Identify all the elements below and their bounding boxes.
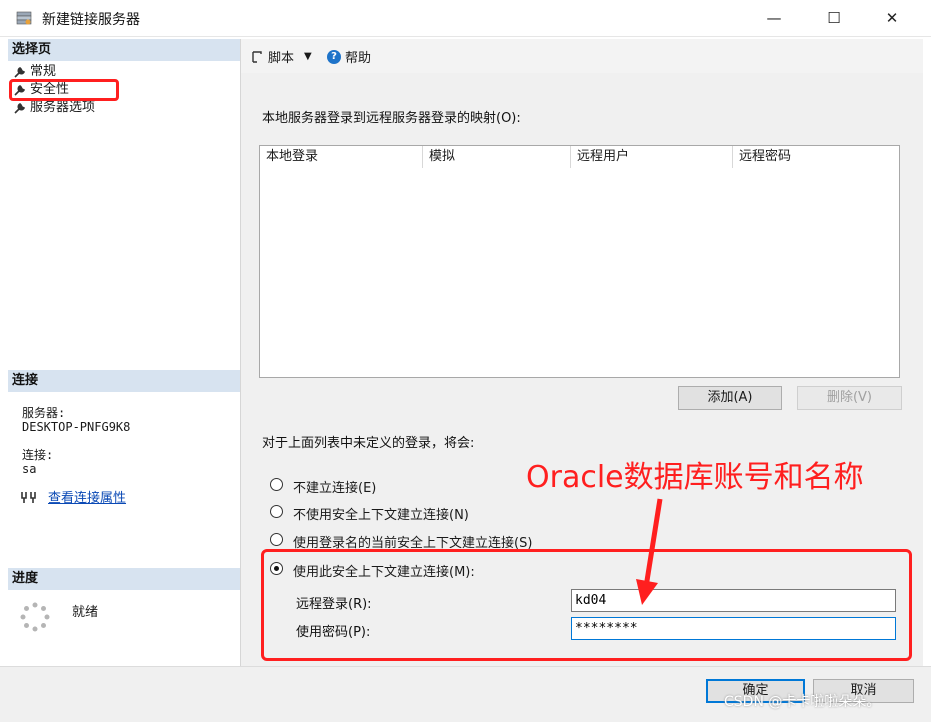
mapping-label: 本地服务器登录到远程服务器登录的映射(O): [262,111,521,126]
add-button[interactable]: 添加(A) [678,386,782,410]
script-label: 脚本 [268,51,295,66]
column-header[interactable]: 本地登录 [260,146,423,168]
wrench-icon [14,103,26,114]
script-icon [252,50,262,63]
help-icon: ? [327,49,341,64]
script-button[interactable]: 脚本 ▼ [250,47,312,66]
connection-icon [21,491,36,503]
chevron-down-icon: ▼ [304,51,312,62]
column-header[interactable]: 远程用户 [571,146,733,168]
progress-spinner-icon [20,602,50,632]
watermark: CSDN @卡卡啦啦朵朵。 [724,694,881,710]
title-bar: 新建链接服务器 — ☐ ✕ [0,0,931,37]
remove-button[interactable]: 删除(V) [797,386,902,410]
close-button[interactable]: ✕ [869,0,915,36]
annotation-highlight-box [261,549,912,661]
column-header[interactable]: 模拟 [423,146,571,168]
server-label: 服务器: [22,406,66,420]
radio-label: 不使用安全上下文建立连接(N) [293,508,469,523]
undefined-logins-label: 对于上面列表中未定义的登录，将会: [262,436,475,451]
maximize-button[interactable]: ☐ [811,0,857,36]
page-item-server-options[interactable]: 服务器选项 [14,99,95,117]
radio-button[interactable] [270,533,283,546]
progress-status: 就绪 [72,605,99,620]
select-page-header: 选择页 [8,39,240,61]
annotation-text: Oracle数据库账号和名称 [526,460,864,495]
page-item-label: 服务器选项 [30,100,96,115]
help-label: 帮助 [345,51,372,66]
radio-button[interactable] [270,505,283,518]
window-title: 新建链接服务器 [42,12,140,28]
connection-header: 连接 [8,370,240,392]
login-mapping-grid[interactable]: 本地登录 模拟 远程用户 远程密码 [259,145,900,378]
minimize-button[interactable]: — [751,0,797,36]
toolbar: 脚本 ▼ ? 帮助 [241,39,923,74]
connection-label: 连接: [22,448,54,462]
view-connection-properties-label: 查看连接属性 [48,491,127,506]
server-value: DESKTOP-PNFG9K8 [22,420,131,434]
view-connection-properties-link[interactable]: 查看连接属性 [20,487,126,506]
annotation-arrow-icon [636,498,663,605]
progress-header: 进度 [8,568,240,590]
radio-label: 不建立连接(E) [293,481,377,496]
app-icon [16,11,32,25]
security-highlight-box [9,79,119,101]
radio-button[interactable] [270,478,283,491]
column-header[interactable]: 远程密码 [733,146,899,168]
connection-value: sa [22,462,37,476]
wrench-icon [14,67,26,78]
help-button[interactable]: ? 帮助 [327,47,371,66]
